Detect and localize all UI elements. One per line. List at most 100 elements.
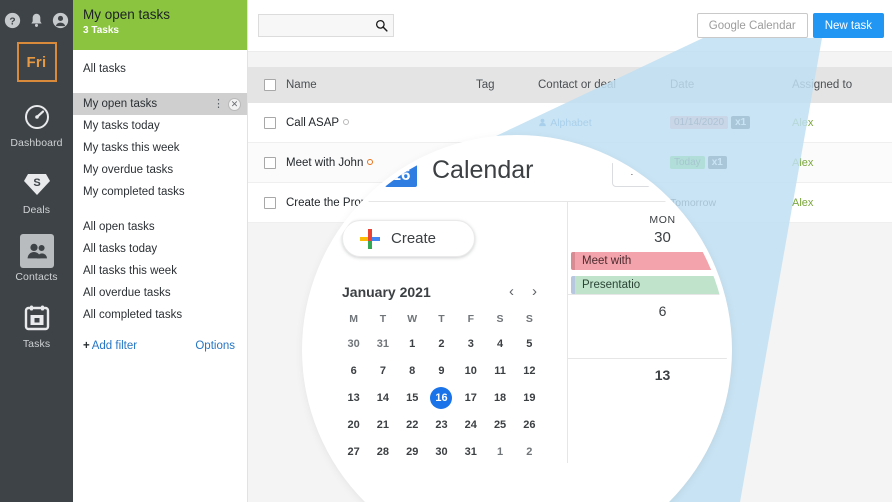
mini-calendar-day[interactable]: 20	[339, 414, 368, 436]
add-filter-button[interactable]: + Add filter	[83, 340, 137, 352]
filter-item-all-completed-tasks[interactable]: All completed tasks	[73, 304, 247, 326]
rail-item-contacts[interactable]: Contacts	[0, 234, 73, 283]
mini-calendar-day[interactable]: 9	[427, 360, 456, 382]
row-checkbox[interactable]	[264, 116, 276, 129]
column-header-assigned[interactable]: Assigned to	[792, 79, 892, 91]
mini-calendar-day[interactable]: 11	[485, 360, 514, 382]
filter-item-my-overdue-tasks[interactable]: My overdue tasks	[73, 159, 247, 181]
mini-calendar-day[interactable]: 14	[368, 387, 397, 409]
calendar-event[interactable]: Meet with	[571, 252, 727, 270]
mini-calendar-day[interactable]: 27	[339, 441, 368, 463]
mini-calendar-day-selected[interactable]: 16	[430, 387, 453, 409]
column-header-name[interactable]: Name	[286, 79, 476, 91]
mini-calendar-day[interactable]: 1	[398, 333, 427, 355]
search-input[interactable]	[259, 15, 393, 36]
top-bar: Google Calendar New task	[248, 0, 892, 52]
assignee-name[interactable]: Alex	[792, 157, 813, 169]
column-header-date[interactable]: Date	[670, 79, 792, 91]
cell-assignee: Alex	[792, 117, 892, 129]
options-button[interactable]: Options	[195, 340, 235, 352]
mini-calendar-day[interactable]: 13	[339, 387, 368, 409]
search-icon[interactable]	[375, 19, 388, 32]
google-calendar-button[interactable]: Google Calendar	[696, 13, 808, 38]
mini-calendar-day[interactable]: 30	[339, 333, 368, 355]
rail-item-tasks[interactable]: Tasks	[0, 301, 73, 350]
mini-calendar-day[interactable]: 4	[485, 333, 514, 355]
svg-text:?: ?	[9, 16, 15, 27]
account-icon[interactable]	[52, 12, 69, 29]
gauge-icon	[20, 100, 54, 134]
mini-calendar-day[interactable]: 10	[456, 360, 485, 382]
calendar-week-cell[interactable]: 6	[568, 294, 727, 358]
mini-calendar-day[interactable]: 1	[485, 441, 514, 463]
mini-calendar-day[interactable]: 12	[515, 360, 544, 382]
mini-calendar-dow: S	[496, 313, 504, 325]
mini-calendar-day[interactable]: 31	[456, 441, 485, 463]
contact-person-icon	[539, 118, 546, 126]
rail-item-deals[interactable]: S Deals	[0, 167, 73, 216]
column-header-contact[interactable]: Contact or deal	[538, 79, 670, 91]
contact-link[interactable]: Alphabet	[550, 117, 591, 129]
close-icon[interactable]: ✕	[228, 97, 241, 111]
row-checkbox[interactable]	[264, 196, 276, 209]
cell-assignee: Alex	[792, 197, 892, 209]
chevron-right-icon[interactable]: ›	[532, 283, 537, 300]
mini-calendar-day[interactable]: 24	[456, 414, 485, 436]
mini-calendar-day[interactable]: 19	[515, 387, 544, 409]
mini-calendar-day[interactable]: 15	[398, 387, 427, 409]
table-row[interactable]: Call ASAP Alphabet 01/14/2020 x1 Alex	[248, 103, 892, 143]
mini-calendar-dow: F	[467, 313, 474, 325]
mini-calendar-day[interactable]: 2	[427, 333, 456, 355]
more-options-icon[interactable]: ⋮	[213, 99, 224, 110]
mini-calendar-day[interactable]: 22	[398, 414, 427, 436]
mini-calendar-day[interactable]: 31	[368, 333, 397, 355]
calendar-week-cell[interactable]: 13	[568, 358, 727, 422]
select-all-cell	[248, 79, 286, 91]
filter-item-all-tasks[interactable]: All tasks	[73, 58, 247, 80]
mini-calendar-day[interactable]: 8	[398, 360, 427, 382]
filter-item-all-overdue-tasks[interactable]: All overdue tasks	[73, 282, 247, 304]
mini-calendar-day[interactable]: 7	[368, 360, 397, 382]
mini-calendar-day[interactable]: 30	[427, 441, 456, 463]
app-logo[interactable]: Fri	[16, 42, 57, 82]
rail-item-dashboard[interactable]: Dashboard	[0, 100, 73, 149]
people-icon	[19, 234, 54, 268]
select-all-checkbox[interactable]	[264, 79, 276, 91]
mini-calendar-day[interactable]: 17	[456, 387, 485, 409]
calendar-task-icon	[20, 301, 54, 335]
mini-calendar-day[interactable]: 29	[398, 441, 427, 463]
mini-calendar-day[interactable]: 3	[456, 333, 485, 355]
assignee-name[interactable]: Alex	[792, 197, 813, 209]
mini-calendar-day[interactable]: 28	[368, 441, 397, 463]
mini-calendar-day[interactable]: 5	[515, 333, 544, 355]
filter-item-my-tasks-today[interactable]: My tasks today	[73, 115, 247, 137]
calendar-event[interactable]: Presentatio	[571, 276, 727, 294]
filter-item-my-tasks-this-week[interactable]: My tasks this week	[73, 137, 247, 159]
filter-item-my-completed-tasks[interactable]: My completed tasks	[73, 181, 247, 203]
mini-calendar-day[interactable]: 21	[368, 414, 397, 436]
filter-footer: + Add filter Options	[73, 340, 247, 352]
mini-calendar-day[interactable]: 2	[515, 441, 544, 463]
notifications-icon[interactable]	[28, 12, 45, 29]
mini-calendar-day[interactable]: 23	[427, 414, 456, 436]
chevron-left-icon[interactable]: ‹	[509, 283, 514, 300]
filter-item-all-tasks-this-week[interactable]: All tasks this week	[73, 260, 247, 282]
new-task-button[interactable]: New task	[812, 13, 884, 38]
filter-item-all-tasks-today[interactable]: All tasks today	[73, 238, 247, 260]
plus-icon: +	[83, 340, 90, 352]
column-header-tag[interactable]: Tag	[476, 79, 538, 91]
create-event-button[interactable]: Create	[342, 220, 475, 257]
mini-calendar-day[interactable]: 25	[485, 414, 514, 436]
mini-calendar-day[interactable]: 18	[485, 387, 514, 409]
filter-item-all-open-tasks[interactable]: All open tasks	[73, 216, 247, 238]
mini-calendar-day[interactable]: 26	[515, 414, 544, 436]
filter-item-my-open-tasks[interactable]: My open tasks ⋮ ✕	[73, 93, 247, 115]
help-icon[interactable]: ?	[4, 12, 21, 29]
assignee-name[interactable]: Alex	[792, 117, 813, 129]
google-plus-icon	[360, 228, 380, 249]
row-checkbox[interactable]	[264, 156, 276, 169]
filter-item-label: My open tasks	[83, 98, 158, 110]
search-box[interactable]	[258, 14, 394, 37]
calendar-today-button[interactable]: Today	[612, 153, 688, 187]
mini-calendar-day[interactable]: 6	[339, 360, 368, 382]
